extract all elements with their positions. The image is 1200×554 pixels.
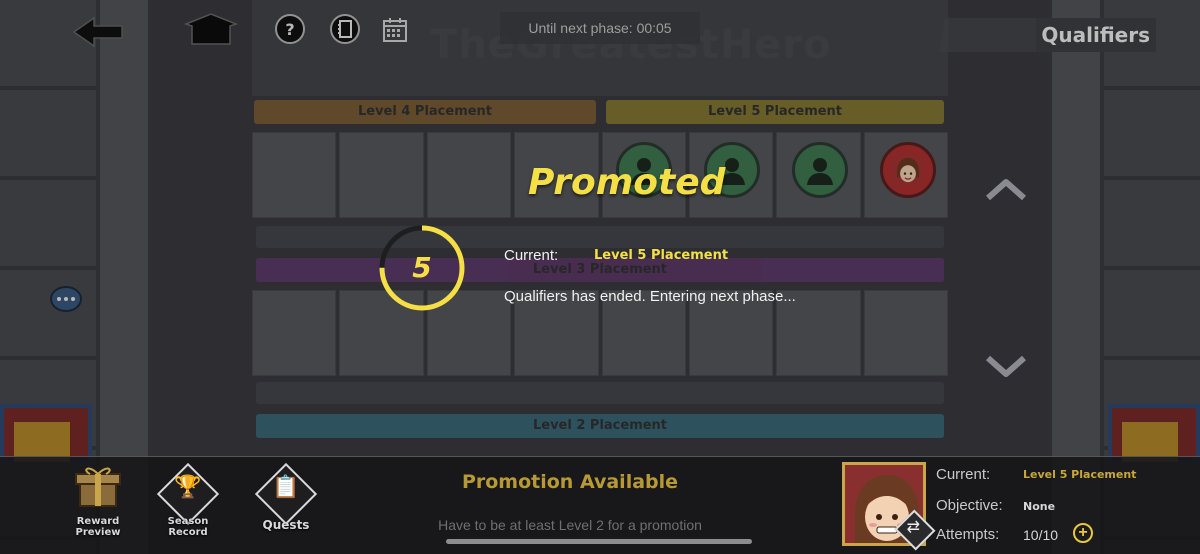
gift-icon — [75, 467, 121, 507]
promotion-title: Promotion Available — [461, 471, 679, 493]
trophy-icon: 🏆 — [174, 474, 202, 499]
current-label: Current: — [504, 247, 559, 264]
current-placement-value: Level 5 Placement — [594, 248, 729, 263]
home-indicator[interactable] — [446, 539, 752, 544]
add-attempts-button[interactable]: + — [1073, 523, 1093, 543]
season-record-label: Season Record — [167, 516, 209, 538]
chevron-down-icon[interactable] — [984, 350, 1028, 380]
reward-preview-button[interactable]: Reward Preview — [68, 462, 128, 542]
promoted-title: Promoted — [528, 162, 726, 203]
phase-message: Qualifiers has ended. Entering next phas… — [504, 288, 796, 305]
quest-clipboard-icon: 📋 — [272, 474, 300, 499]
reward-preview-label: Reward Preview — [75, 516, 121, 538]
attempts-stat-label: Attempts: — [936, 526, 1000, 543]
chevron-up-icon[interactable] — [984, 174, 1028, 204]
objective-stat-value: None — [1023, 500, 1056, 513]
current-stat-label: Current: — [936, 466, 991, 483]
countdown-number: 5 — [412, 251, 432, 284]
quests-button[interactable]: 📋 Quests — [254, 462, 318, 542]
current-stat-value: Level 5 Placement — [1023, 468, 1137, 481]
quests-label: Quests — [262, 518, 310, 532]
objective-stat-label: Objective: — [936, 497, 1003, 514]
promotion-subtitle: Have to be at least Level 2 for a promot… — [438, 517, 702, 533]
attempts-stat-value: 10/10 — [1023, 527, 1059, 543]
season-record-button[interactable]: 🏆 Season Record — [156, 462, 220, 542]
